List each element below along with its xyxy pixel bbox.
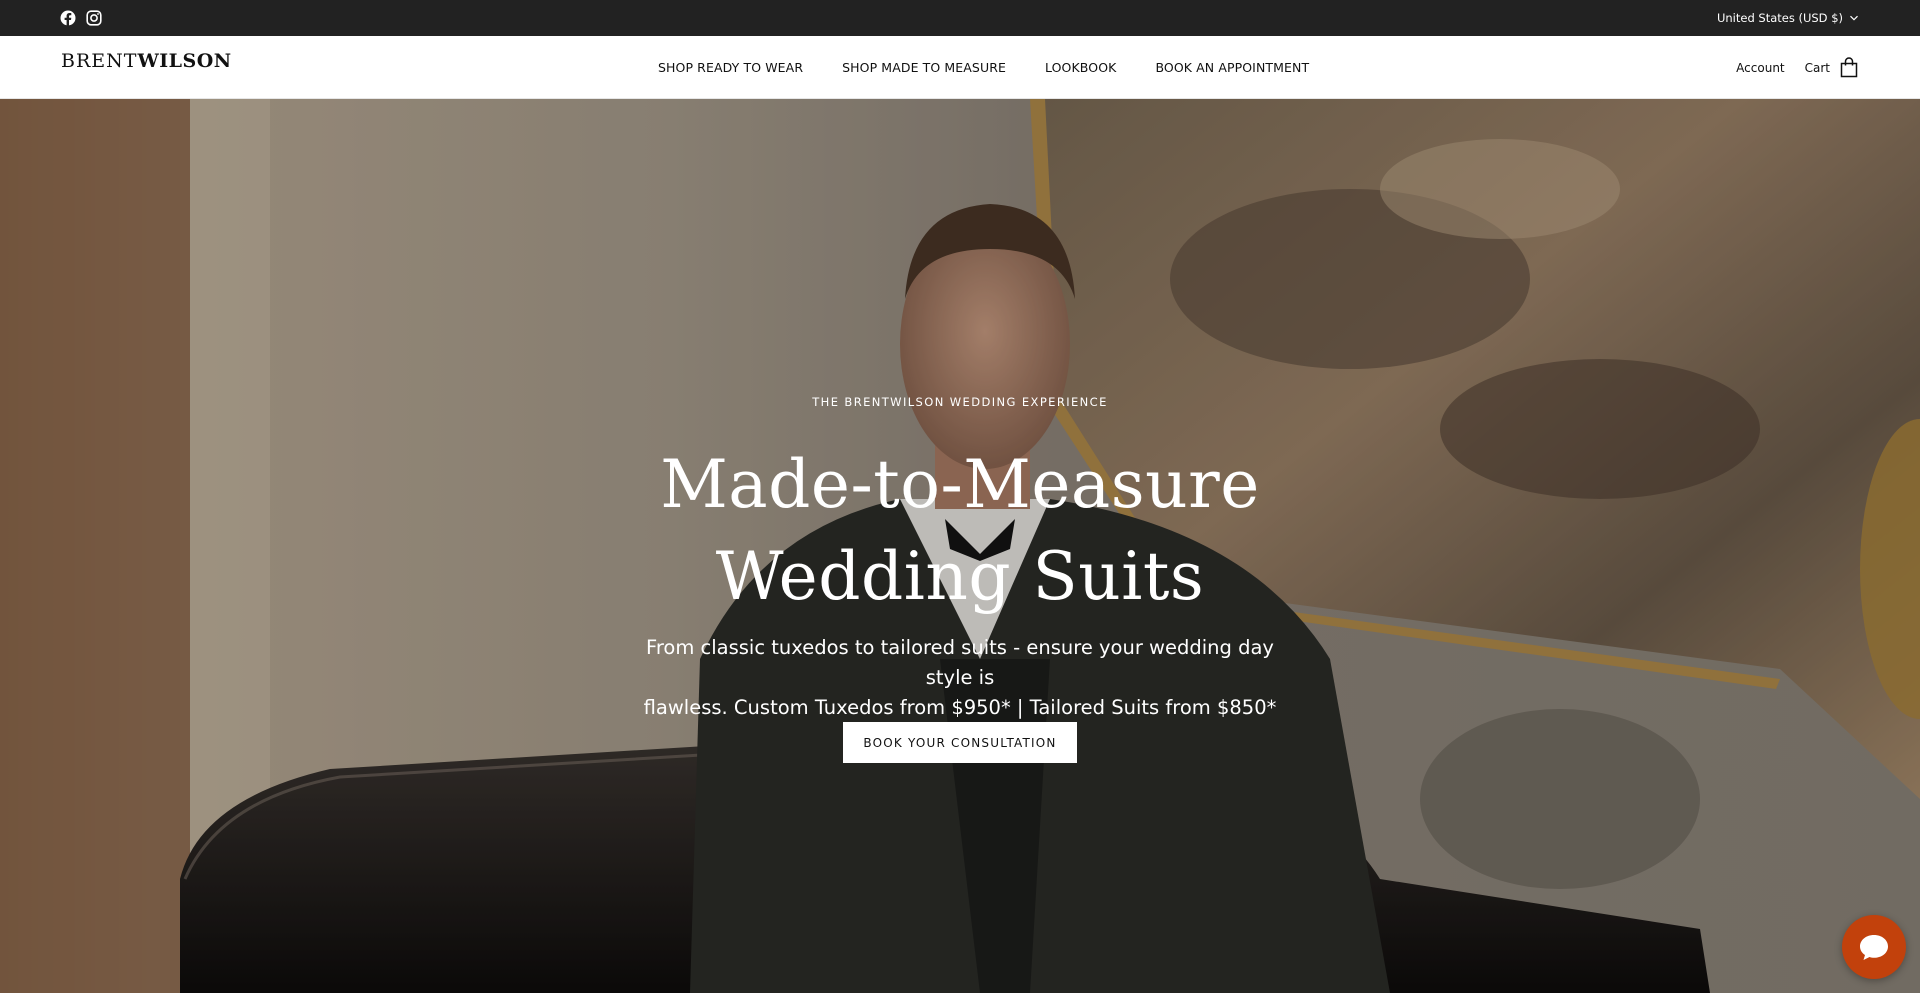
hero-subtext-line2: flawless. Custom Tuxedos from $950* | Ta…	[643, 696, 1277, 719]
hero-content: THE BRENTWILSON WEDDING EXPERIENCE Made-…	[0, 99, 1920, 993]
hero-subtext-line1: From classic tuxedos to tailored suits -…	[646, 636, 1274, 689]
shopping-bag-icon	[1840, 57, 1858, 78]
announcement-bar: United States (USD $)	[0, 0, 1920, 36]
hero-headline-line1: Made-to-Measure	[660, 446, 1260, 523]
social-links	[60, 10, 102, 26]
nav-lookbook[interactable]: LOOKBOOK	[1045, 60, 1116, 75]
cart-label: Cart	[1804, 60, 1830, 75]
nav-shop-ready-to-wear[interactable]: SHOP READY TO WEAR	[658, 60, 803, 75]
chat-widget-button[interactable]	[1842, 915, 1906, 979]
logo-text-light: BRENT	[61, 50, 138, 72]
hero-subtext: From classic tuxedos to tailored suits -…	[620, 633, 1300, 723]
hero-eyebrow: THE BRENTWILSON WEDDING EXPERIENCE	[812, 395, 1108, 409]
nav-book-appointment[interactable]: BOOK AN APPOINTMENT	[1155, 60, 1309, 75]
book-consultation-button[interactable]: BOOK YOUR CONSULTATION	[843, 722, 1077, 763]
locale-selector[interactable]: United States (USD $)	[1717, 11, 1859, 25]
facebook-icon[interactable]	[60, 10, 76, 26]
hero-banner: THE BRENTWILSON WEDDING EXPERIENCE Made-…	[0, 99, 1920, 993]
locale-label: United States (USD $)	[1716, 11, 1843, 25]
hero-headline-line2: Wedding Suits	[715, 538, 1205, 615]
nav-shop-made-to-measure[interactable]: SHOP MADE TO MEASURE	[842, 60, 1006, 75]
site-header: BRENTWILSON SHOP READY TO WEAR SHOP MADE…	[0, 36, 1920, 99]
brand-logo[interactable]: BRENTWILSON	[61, 52, 232, 71]
cart-link[interactable]: Cart	[1805, 57, 1858, 78]
hero-headline: Made-to-Measure Wedding Suits	[0, 439, 1920, 623]
main-nav: SHOP READY TO WEAR SHOP MADE TO MEASURE …	[658, 36, 1309, 99]
account-link[interactable]: Account	[1736, 61, 1784, 75]
logo-text-bold: WILSON	[137, 50, 232, 72]
chevron-down-icon	[1850, 15, 1858, 21]
header-actions: Account Cart	[1736, 36, 1858, 99]
instagram-icon[interactable]	[86, 10, 102, 26]
chat-bubble-icon	[1860, 935, 1888, 960]
